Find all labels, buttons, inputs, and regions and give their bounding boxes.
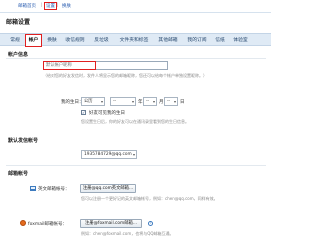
separator: | bbox=[57, 3, 59, 8]
birthday-day-value: -- bbox=[167, 99, 171, 104]
birthday-hint: 您设置生日后，你的好友可以在通讯录里看到您的生日信息。 bbox=[81, 119, 189, 124]
settings-tabs: 常规 帐户 换肤 收信规则 反垃圾 文件夹和标签 其他邮箱 我的订阅 信纸 体验… bbox=[0, 33, 271, 47]
default-sender-select[interactable]: 1935784729@qq.com ▾ bbox=[81, 150, 137, 159]
account-info-heading: 帐户信息 bbox=[8, 52, 29, 58]
tab-general[interactable]: 常规 bbox=[8, 36, 22, 45]
birthday-month-value: -- bbox=[146, 99, 150, 104]
chevron-down-icon: ▾ bbox=[131, 99, 134, 104]
top-navigation-bar: 邮箱首页 | 设置 | 换肤 bbox=[0, 0, 271, 13]
day-unit: 日 bbox=[180, 100, 185, 105]
friend-birthday-checkbox[interactable]: ✓ bbox=[81, 110, 86, 115]
default-sender-value: 1935784729@qq.com bbox=[84, 152, 132, 157]
calendar-type-select[interactable]: 公历 ▾ bbox=[81, 97, 105, 106]
chevron-down-icon: ▾ bbox=[152, 99, 155, 104]
tab-skin[interactable]: 换肤 bbox=[45, 36, 59, 45]
email-accounts-heading: 邮箱帐号 bbox=[8, 171, 29, 177]
mailbox-home-link[interactable]: 邮箱首页 bbox=[18, 3, 36, 9]
foxmail-account-label: foxmail邮箱帐号： bbox=[28, 222, 68, 227]
page-title: 邮箱设置 bbox=[6, 19, 31, 26]
tab-folders-labels[interactable]: 文件夹和标签 bbox=[117, 36, 151, 45]
register-english-button[interactable]: 注册@qq.com英文邮箱... bbox=[80, 184, 136, 193]
birthday-year-value: -- bbox=[113, 99, 117, 104]
nickname-input[interactable] bbox=[43, 61, 96, 70]
tab-lab[interactable]: 体验室 bbox=[231, 36, 250, 45]
birthday-day-select[interactable]: -- ▾ bbox=[164, 97, 178, 106]
divider bbox=[6, 58, 266, 59]
foxmail-icon bbox=[20, 220, 26, 226]
english-account-label: 英文邮箱帐号： bbox=[38, 187, 70, 192]
birthday-month-select[interactable]: -- ▾ bbox=[143, 97, 157, 106]
default-sender-heading: 默认发信帐号 bbox=[8, 138, 39, 144]
register-foxmail-button[interactable]: 注册@foxmail.com邮箱... bbox=[80, 219, 142, 228]
tab-receive-rules[interactable]: 收信规则 bbox=[63, 36, 87, 45]
year-unit: 年 bbox=[138, 100, 143, 105]
chevron-down-icon: ▾ bbox=[100, 99, 103, 104]
tab-stationery[interactable]: 信纸 bbox=[214, 36, 226, 45]
skin-link[interactable]: 换肤 bbox=[62, 3, 71, 9]
separator: | bbox=[41, 3, 43, 8]
calendar-type-value: 公历 bbox=[84, 99, 93, 104]
birthday-year-select[interactable]: -- ▾ bbox=[110, 97, 136, 106]
checkmark-icon: ✓ bbox=[82, 110, 86, 115]
mail-icon bbox=[30, 186, 36, 191]
settings-link[interactable]: 设置 bbox=[44, 2, 57, 10]
chevron-down-icon: ▾ bbox=[173, 99, 176, 104]
tab-subscriptions[interactable]: 我的订阅 bbox=[185, 36, 209, 45]
tab-account[interactable]: 帐户 bbox=[25, 34, 42, 47]
foxmail-account-hint: 例如：chen@foxmail.com，也将与QQ邮箱互通。 bbox=[81, 231, 174, 236]
month-unit: 月 bbox=[159, 100, 164, 105]
help-icon[interactable]: ? bbox=[148, 221, 153, 226]
friend-birthday-label: 好友可见我的生日 bbox=[89, 111, 125, 116]
tab-other-mailboxes[interactable]: 其他邮箱 bbox=[156, 36, 180, 45]
english-account-hint: 您可以注册一个更好记的英文邮箱帐号，例如：chen@qq.com，同样有效。 bbox=[81, 196, 218, 201]
nickname-input-extension bbox=[96, 61, 168, 70]
chevron-down-icon: ▾ bbox=[132, 152, 135, 157]
divider bbox=[6, 165, 266, 166]
tab-anti-spam[interactable]: 反垃圾 bbox=[92, 36, 111, 45]
nickname-hint: （给对您的好友发信时，发件人将显示您的邮箱昵称，您还可以给每个帐户单独设置昵称。… bbox=[43, 73, 207, 78]
